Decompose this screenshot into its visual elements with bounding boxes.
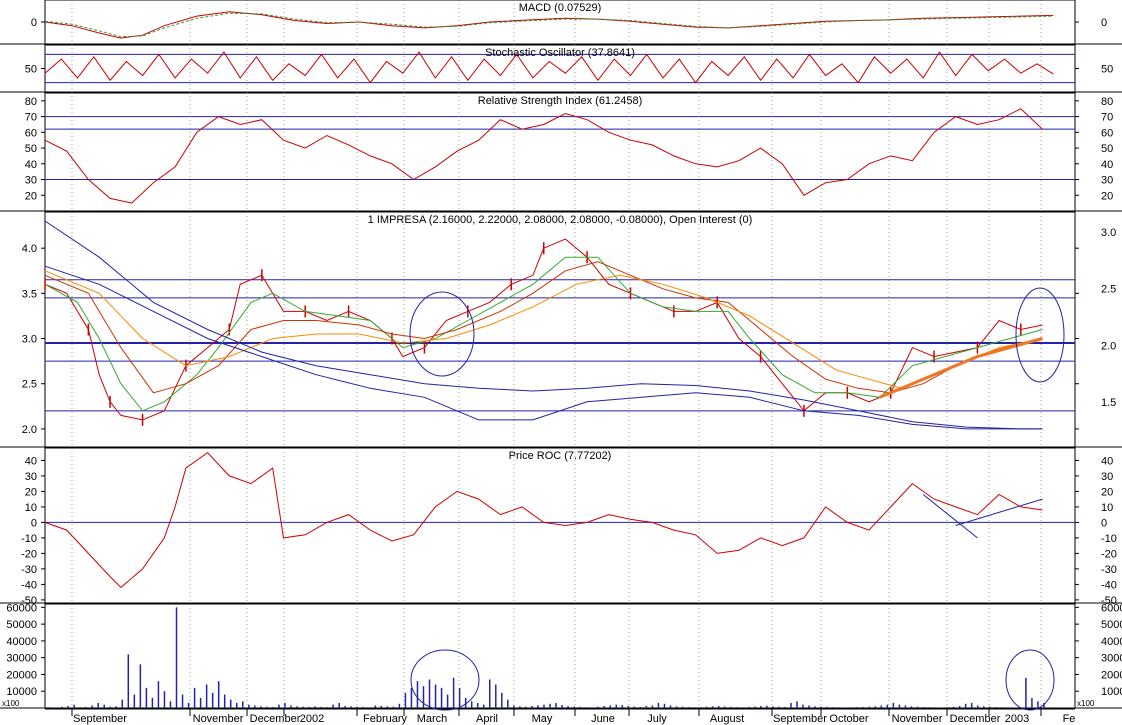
left-tick-label: 20 — [25, 190, 37, 202]
series-line-price-3 — [44, 270, 1043, 389]
series-line-roc-0 — [44, 451, 1043, 589]
left-tick-label: 40 — [25, 159, 37, 171]
left-tick-label: 20000 — [6, 669, 37, 681]
panel-title-stochastic: Stochastic Oscillator (37.8641) — [485, 47, 635, 59]
left-tick-label: 80 — [25, 96, 37, 108]
right-tick-label: -30 — [1101, 564, 1117, 576]
left-tick-label: 3.5 — [22, 288, 37, 300]
x-axis-month-label: March — [417, 713, 448, 725]
right-tick-label: 10 — [1101, 502, 1113, 514]
left-tick-label: -20 — [21, 548, 37, 560]
x-axis-month-label: November — [193, 713, 244, 725]
left-tick-label: -40 — [21, 579, 37, 591]
right-tick-label: 40 — [1101, 455, 1113, 467]
x-axis-month-label: Fe — [1063, 713, 1076, 725]
volume-unit-label-right: x100 — [1077, 699, 1095, 708]
right-tick-label: -40 — [1101, 579, 1117, 591]
right-tick-label: 30 — [1101, 471, 1113, 483]
series-line-roc-2 — [955, 498, 1043, 526]
panel-frame-price — [44, 211, 1076, 448]
left-tick-label: 30 — [25, 471, 37, 483]
x-axis-month-label: 2002 — [300, 713, 324, 725]
left-tick-label: 30 — [25, 175, 37, 187]
left-tick-label: 10 — [25, 502, 37, 514]
right-tick-label: 2.0 — [1101, 340, 1116, 352]
panel-title-price: 1 IMPRESA (2.16000, 2.22000, 2.08000, 2.… — [368, 214, 753, 226]
right-tick-label: 10000 — [1101, 686, 1122, 698]
left-tick-label: 60000 — [6, 602, 37, 614]
labels-layer: 0 0 MACD (0.07529) 50 50 Stochastic Oscillato… — [2, 2, 1122, 725]
panel-title-rsi: Relative Strength Index (61.2458) — [478, 95, 643, 107]
left-tick-label: 2.5 — [22, 379, 37, 391]
right-tick-label: 50000 — [1101, 619, 1122, 631]
series-line-price-2 — [44, 261, 1043, 394]
left-tick-label: 3.0 — [22, 334, 37, 346]
right-tick-label: 30 — [1101, 175, 1113, 187]
panel-frame-roc — [44, 447, 1076, 604]
left-tick-label: 70 — [25, 112, 37, 124]
right-tick-label: 0 — [1101, 17, 1107, 29]
chart-root: 0 0 MACD (0.07529) 50 50 Stochastic Oscillato… — [0, 0, 1122, 725]
right-tick-label: 30000 — [1101, 653, 1122, 665]
right-tick-label: 60000 — [1101, 602, 1122, 614]
right-tick-label: 20000 — [1101, 669, 1122, 681]
left-tick-label: 0 — [31, 517, 37, 529]
series-line-macd-0 — [44, 11, 1054, 39]
annotation-circle-volume-2003 — [1005, 649, 1055, 711]
right-tick-label: 20 — [1101, 486, 1113, 498]
right-tick-label: 40 — [1101, 159, 1113, 171]
left-tick-label: 60 — [25, 127, 37, 139]
left-tick-label: 50 — [25, 143, 37, 155]
left-tick-label: 0 — [31, 17, 37, 29]
series-line-price-5 — [44, 265, 1043, 430]
right-tick-label: 0 — [1101, 517, 1107, 529]
right-tick-label: 2.5 — [1101, 284, 1116, 296]
x-axis-month-label: May — [532, 713, 553, 725]
x-axis-month-label: November — [892, 713, 943, 725]
left-tick-label: 20 — [25, 486, 37, 498]
left-tick-label: 30000 — [6, 653, 37, 665]
volume-unit-label-left: x100 — [2, 699, 20, 708]
right-tick-label: 20 — [1101, 190, 1113, 202]
panel-frame-rsi — [44, 92, 1076, 212]
right-tick-label: 50 — [1101, 64, 1113, 76]
left-tick-label: 40 — [25, 455, 37, 467]
x-axis-month-label: October — [829, 713, 868, 725]
right-tick-label: 60 — [1101, 127, 1113, 139]
x-axis-month-label: September — [73, 713, 127, 725]
left-tick-label: 2.0 — [22, 424, 37, 436]
right-tick-label: 80 — [1101, 96, 1113, 108]
right-tick-label: 50 — [1101, 143, 1113, 155]
left-tick-label: -30 — [21, 564, 37, 576]
x-axis-month-label: July — [647, 713, 667, 725]
x-axis-month-label: August — [710, 713, 744, 725]
left-tick-label: -10 — [21, 533, 37, 545]
x-axis-month-label: June — [591, 713, 615, 725]
left-tick-label: 40000 — [6, 636, 37, 648]
right-tick-label: 1.5 — [1101, 397, 1116, 409]
left-tick-label: 4.0 — [22, 243, 37, 255]
x-axis-month-label: 2003 — [1005, 713, 1029, 725]
annotation-circle-volume-march — [410, 649, 480, 711]
x-axis-month-label: April — [476, 713, 498, 725]
right-tick-label: 3.0 — [1101, 227, 1116, 239]
right-tick-label: -10 — [1101, 533, 1117, 545]
right-tick-label: 40000 — [1101, 636, 1122, 648]
left-tick-label: 10000 — [6, 686, 37, 698]
x-axis-month-label: September — [773, 713, 827, 725]
series-line-rsi-0 — [44, 108, 1043, 204]
x-axis-month-label: February — [363, 713, 408, 725]
right-tick-label: -20 — [1101, 548, 1117, 560]
panel-title-roc: Price ROC (7.77202) — [509, 450, 612, 462]
left-tick-label: 50 — [25, 64, 37, 76]
series-line-roc-1 — [922, 494, 978, 539]
panel-frame-volume — [44, 603, 1076, 709]
right-tick-label: 70 — [1101, 112, 1113, 124]
panel-title-macd: MACD (0.07529) — [519, 2, 602, 14]
left-tick-label: 50000 — [6, 619, 37, 631]
x-axis-month-label: December — [950, 713, 1001, 725]
series-line-price-6 — [879, 337, 1043, 399]
x-axis-month-label: December — [250, 713, 301, 725]
